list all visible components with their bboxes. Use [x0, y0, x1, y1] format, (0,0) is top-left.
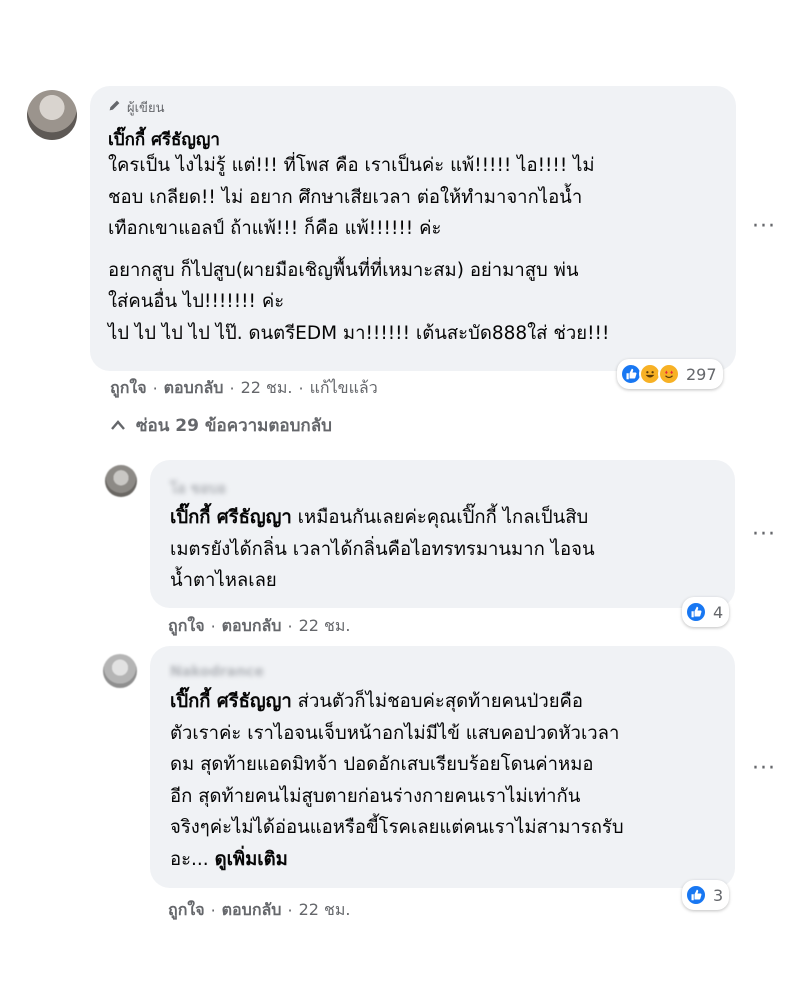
reply-line: เปิ๊กกี้ ศรีธัญญา ส่วนตัวก็ไม่ชอบค่ะสุดท…	[170, 691, 584, 712]
more-options-icon[interactable]: ···	[752, 522, 776, 547]
reaction-summary[interactable]: 297	[617, 359, 723, 389]
reaction-count: 297	[686, 364, 717, 384]
like-icon	[685, 601, 707, 623]
hide-replies-label: ซ่อน 29 ข้อความตอบกลับ	[136, 416, 332, 436]
reply-body: เปิ๊กกี้ ศรีธัญญา ส่วนตัวก็ไม่ชอบค่ะสุดท…	[170, 686, 730, 875]
reply-line: จริงๆค่ะไม่ได้อ่อนแอหรือขี้โรคเลยแต่คนเร…	[170, 817, 624, 838]
author-badge: ผู้เขียน	[108, 97, 164, 118]
reply-body: เปิ๊กกี้ ศรีธัญญา เหมือนกันเลยค่ะคุณเปิ๊…	[170, 502, 730, 597]
comment-line: ใส่คนอื่น ไป!!!!!!! ค่ะ	[108, 291, 285, 312]
comment-line: อยากสูบ ก็ไปสูบ(ผายมือเชิญพื้นที่ที่เหมา…	[108, 259, 579, 281]
see-more-link[interactable]: ดูเพิ่มเติม	[215, 849, 288, 870]
more-options-icon[interactable]: ···	[752, 756, 776, 781]
more-options-icon[interactable]: ···	[752, 214, 776, 239]
like-button[interactable]: ถูกใจ	[168, 898, 205, 923]
reply-actions: ถูกใจ · ตอบกลับ · 22 ชม.	[168, 614, 351, 639]
reply-author-name[interactable]: โอ ขอบอ	[170, 478, 226, 500]
comment-line: เทือกเขาแอลป์ ถ้าแพ้!!! ก็คือ แพ้!!!!!! …	[108, 218, 442, 239]
reply-bubble: Nakodrance เปิ๊กกี้ ศรีธัญญา ส่วนตัวก็ไม…	[150, 646, 735, 888]
comment-line: ใครเป็น ไงไม่รู้ แต่!!! ที่โพส คือ เราเป…	[108, 155, 595, 176]
reply-button[interactable]: ตอบกลับ	[222, 614, 282, 639]
reply-line: อะ... ดูเพิ่มเติม	[170, 848, 288, 870]
reply-avatar[interactable]	[103, 654, 137, 688]
reply-button[interactable]: ตอบกลับ	[164, 376, 224, 401]
comment-timestamp[interactable]: 22 ชม.	[241, 376, 293, 401]
love-face-icon	[658, 363, 680, 385]
comment-bubble: ผู้เขียน เปิ๊กกี้ ศรีธัญญา ใครเป็น ไงไม่…	[90, 86, 736, 371]
reaction-count: 4	[713, 602, 724, 622]
reply-line: น้ำตาไหลเลย	[170, 570, 277, 591]
reply-author-name[interactable]: Nakodrance	[170, 664, 264, 680]
reply-bubble: โอ ขอบอ เปิ๊กกี้ ศรีธัญญา เหมือนกันเลยค่…	[150, 460, 735, 608]
edited-label: แก้ไขแล้ว	[309, 378, 378, 397]
like-icon	[685, 884, 707, 906]
mention-link[interactable]: เปิ๊กกี้ ศรีธัญญา	[170, 691, 292, 712]
reply-line: อีก สุดท้ายคนไม่สูบตายก่อนร่างกายคนเราไม…	[170, 785, 581, 807]
comment-line: ชอบ เกลียด!! ไม่ อยาก ศึกษาเสียเวลา ต่อใ…	[108, 186, 583, 208]
chevron-up-icon	[110, 416, 126, 436]
comment-author-name[interactable]: เปิ๊กกี้ ศรีธัญญา	[108, 126, 220, 153]
reaction-summary[interactable]: 3	[682, 880, 730, 910]
reply-timestamp[interactable]: 22 ชม.	[299, 614, 351, 639]
pencil-icon	[108, 99, 121, 116]
comment-body: ใครเป็น ไงไม่รู้ แต่!!! ที่โพส คือ เราเป…	[108, 150, 728, 349]
mention-link[interactable]: เปิ๊กกี้ ศรีธัญญา	[170, 507, 292, 528]
hide-replies-toggle[interactable]: ซ่อน 29 ข้อความตอบกลับ	[110, 412, 332, 439]
reply-actions: ถูกใจ · ตอบกลับ · 22 ชม.	[168, 898, 351, 923]
commenter-avatar[interactable]	[27, 90, 77, 140]
like-button[interactable]: ถูกใจ	[110, 376, 147, 401]
like-button[interactable]: ถูกใจ	[168, 614, 205, 639]
reply-timestamp[interactable]: 22 ชม.	[299, 898, 351, 923]
reply-button[interactable]: ตอบกลับ	[222, 898, 282, 923]
reply-line: เมตรยังได้กลิ่น เวลาได้กลิ่นคือไอทรทรมาน…	[170, 538, 595, 560]
author-badge-label: ผู้เขียน	[127, 101, 165, 116]
comment-line: ไป ไป ไป ไป ไป๊. ดนตรีEDM มา!!!!!! เต้นส…	[108, 322, 610, 344]
reaction-count: 3	[713, 885, 724, 905]
reply-line: ดม สุดท้ายแอดมิทจ้า ปอดอักเสบเรียบร้อยโด…	[170, 754, 594, 775]
reaction-summary[interactable]: 4	[682, 597, 730, 627]
comment-actions: ถูกใจ · ตอบกลับ · 22 ชม. · แก้ไขแล้ว	[110, 376, 378, 401]
reply-avatar[interactable]	[105, 465, 137, 497]
reply-line: เปิ๊กกี้ ศรีธัญญา เหมือนกันเลยค่ะคุณเปิ๊…	[170, 507, 589, 528]
reply-line: ตัวเราค่ะ เราไอจนเจ็บหน้าอกไม่มีไข้ แสบค…	[170, 722, 620, 744]
